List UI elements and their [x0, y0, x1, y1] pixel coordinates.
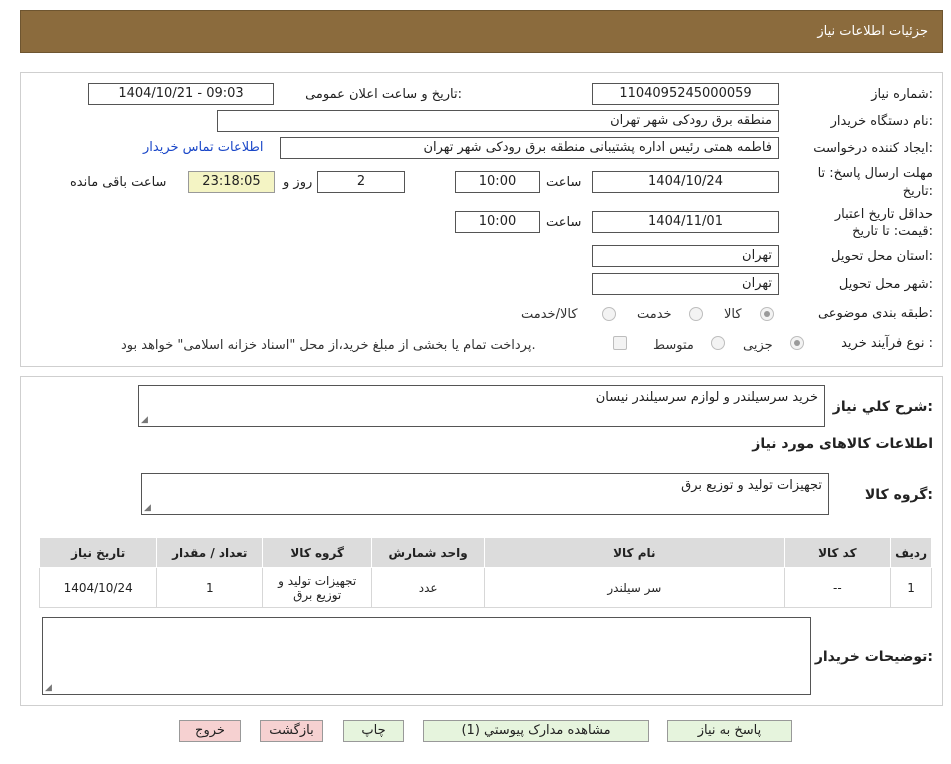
treasury-checkbox[interactable]: [613, 336, 627, 350]
validity-time-label: ساعت: [546, 215, 582, 230]
summary-textarea[interactable]: خرید سرسیلندر و لوازم سرسیلندر نیسان ◢: [138, 385, 825, 427]
cell-goods-name: سر سیلندر: [484, 567, 785, 608]
need-number-label: شماره نیاز:: [871, 87, 933, 102]
cell-goods-group: تجهیزات تولید و توزیع برق: [262, 567, 373, 608]
page-title: جزئیات اطلاعات نیاز: [817, 24, 928, 39]
summary-text: خرید سرسیلندر و لوازم سرسیلندر نیسان: [595, 390, 818, 405]
process-option-medium: متوسط: [653, 338, 694, 353]
resize-grip-icon[interactable]: ◢: [141, 416, 148, 425]
cell-unit: عدد: [371, 567, 486, 608]
buyer-org-field: منطقه برق رودکی شهر تهران: [217, 110, 779, 132]
process-label: نوع فرآیند خرید :: [841, 336, 933, 351]
reply-button[interactable]: پاسخ به نیاز: [667, 720, 792, 742]
validity-label-line2: قیمت: تا تاریخ:: [852, 224, 933, 239]
process-option-minor: جزیی: [743, 338, 773, 353]
deadline-label-line1: مهلت ارسال پاسخ: تا: [817, 166, 933, 181]
back-button[interactable]: بازگشت: [260, 720, 323, 742]
summary-label: شرح کلي نياز:: [832, 399, 933, 415]
col-need-date: تاريخ نياز: [38, 537, 158, 568]
days-label: روز و: [283, 175, 313, 190]
col-row-number: رديف: [890, 537, 932, 568]
cell-need-date: 1404/10/24: [38, 567, 158, 608]
table-row: 1 -- سر سیلندر عدد تجهیزات تولید و توزیع…: [38, 567, 932, 608]
validity-time-field: 10:00: [455, 211, 540, 233]
resize-grip-icon[interactable]: ◢: [45, 684, 52, 693]
category-option-goods: کالا: [724, 307, 742, 322]
buyer-notes-textarea[interactable]: ◢: [42, 617, 811, 695]
cell-quantity: 1: [156, 567, 264, 608]
page-header: جزئیات اطلاعات نیاز: [20, 10, 943, 53]
city-label: شهر محل تحویل:: [838, 277, 933, 292]
cell-row-number: 1: [890, 567, 932, 608]
deadline-date-field: 1404/10/24: [592, 171, 779, 193]
remaining-timer: 23:18:05: [188, 171, 275, 193]
goods-group-text: تجهیزات تولید و توزیع برق: [681, 478, 822, 493]
days-field: 2: [317, 171, 405, 193]
category-radio-service[interactable]: [689, 307, 703, 321]
col-unit: واحد شمارش: [371, 537, 486, 568]
goods-group-label: گروه کالا:: [864, 487, 933, 503]
goods-table: رديف کد کالا نام کالا واحد شمارش گروه کا…: [38, 537, 932, 608]
category-radio-goods-service[interactable]: [602, 307, 616, 321]
remaining-label: ساعت باقی مانده: [70, 175, 167, 190]
buyer-org-label: نام دستگاه خریدار:: [830, 114, 933, 129]
requester-label: ایجاد کننده درخواست:: [813, 141, 933, 156]
category-option-goods-service: کالا/خدمت: [521, 307, 578, 322]
process-radio-minor[interactable]: [790, 336, 804, 350]
goods-group-textarea[interactable]: تجهیزات تولید و توزیع برق ◢: [141, 473, 829, 515]
view-attachments-button[interactable]: مشاهده مدارک پیوستي (1): [423, 720, 649, 742]
requester-field: فاطمه همتی رئیس اداره پشتیبانی منطقه برق…: [280, 137, 779, 159]
announce-label: تاریخ و ساعت اعلان عمومی:: [305, 87, 462, 102]
validity-label-line1: حداقل تاریخ اعتبار: [834, 207, 933, 222]
col-goods-name: نام کالا: [484, 537, 785, 568]
announce-field: 1404/10/21 - 09:03: [88, 83, 274, 105]
deadline-time-field: 10:00: [455, 171, 540, 193]
goods-section-title: اطلاعات کالاهای مورد نیاز: [752, 436, 933, 452]
cell-goods-code: --: [783, 567, 892, 608]
province-label: استان محل تحویل:: [831, 249, 933, 264]
process-radio-medium[interactable]: [711, 336, 725, 350]
col-quantity: تعداد / مقدار: [156, 537, 264, 568]
deadline-time-label: ساعت: [546, 175, 582, 190]
col-goods-code: کد کالا: [783, 537, 892, 568]
print-button[interactable]: چاپ: [343, 720, 404, 742]
province-field: تهران: [592, 245, 779, 267]
resize-grip-icon[interactable]: ◢: [144, 504, 151, 513]
treasury-note: پرداخت تمام یا بخشی از مبلغ خرید،از محل …: [121, 338, 536, 353]
goods-table-header: رديف کد کالا نام کالا واحد شمارش گروه کا…: [38, 537, 932, 568]
buyer-contact-link[interactable]: اطلاعات تماس خریدار: [143, 140, 263, 155]
deadline-label-line2: تاریخ:: [902, 184, 933, 199]
validity-date-field: 1404/11/01: [592, 211, 779, 233]
category-radio-goods[interactable]: [760, 307, 774, 321]
buyer-notes-label: توضیحات خریدار:: [814, 649, 933, 665]
city-field: تهران: [592, 273, 779, 295]
need-number-field: 1104095245000059: [592, 83, 779, 105]
exit-button[interactable]: خروج: [179, 720, 241, 742]
category-option-service: خدمت: [637, 307, 672, 322]
category-label: طبقه بندی موضوعی:: [817, 306, 933, 321]
col-goods-group: گروه کالا: [262, 537, 373, 568]
